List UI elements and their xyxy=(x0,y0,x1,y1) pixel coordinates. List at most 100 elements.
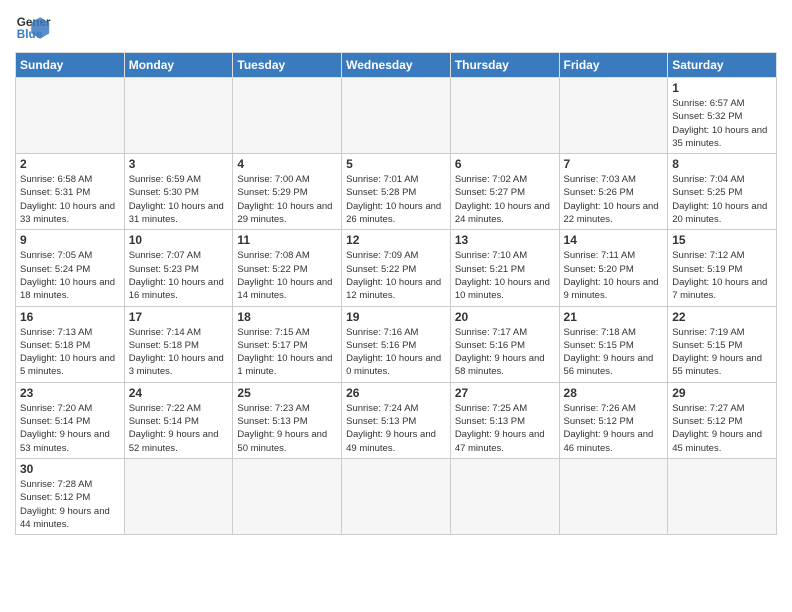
calendar-cell xyxy=(450,78,559,154)
calendar-cell: 7 Sunrise: 7:03 AM Sunset: 5:26 PM Daylig… xyxy=(559,154,668,230)
calendar-cell: 4 Sunrise: 7:00 AM Sunset: 5:29 PM Daylig… xyxy=(233,154,342,230)
day-info: Sunrise: 6:58 AM Sunset: 5:31 PM Dayligh… xyxy=(20,173,120,226)
calendar-cell: 30 Sunrise: 7:28 AM Sunset: 5:12 PM Dayli… xyxy=(16,458,125,534)
logo: General Blue xyxy=(15,10,51,46)
day-info: Sunrise: 7:13 AM Sunset: 5:18 PM Dayligh… xyxy=(20,326,120,379)
calendar-cell xyxy=(233,458,342,534)
day-number: 14 xyxy=(564,233,664,247)
calendar-cell: 23Sunrise: 7:20 AM Sunset: 5:14 PM Dayli… xyxy=(16,382,125,458)
day-number: 18 xyxy=(237,310,337,324)
weekday-header-saturday: Saturday xyxy=(668,53,777,78)
day-info: Sunrise: 7:10 AM Sunset: 5:21 PM Dayligh… xyxy=(455,249,555,302)
day-number: 29 xyxy=(672,386,772,400)
day-info: Sunrise: 7:22 AM Sunset: 5:14 PM Dayligh… xyxy=(129,402,229,455)
day-info: Sunrise: 7:00 AM Sunset: 5:29 PM Dayligh… xyxy=(237,173,337,226)
weekday-header-sunday: Sunday xyxy=(16,53,125,78)
day-number: 7 xyxy=(564,157,664,171)
day-info: Sunrise: 7:01 AM Sunset: 5:28 PM Dayligh… xyxy=(346,173,446,226)
weekday-header-tuesday: Tuesday xyxy=(233,53,342,78)
day-number: 15 xyxy=(672,233,772,247)
weekday-header-monday: Monday xyxy=(124,53,233,78)
calendar-cell xyxy=(124,458,233,534)
calendar-cell: 28 Sunrise: 7:26 AM Sunset: 5:12 PM Dayli… xyxy=(559,382,668,458)
calendar-cell xyxy=(342,458,451,534)
calendar-cell: 21 Sunrise: 7:18 AM Sunset: 5:15 PM Dayli… xyxy=(559,306,668,382)
calendar-cell: 24 Sunrise: 7:22 AM Sunset: 5:14 PM Dayli… xyxy=(124,382,233,458)
calendar-cell: 20 Sunrise: 7:17 AM Sunset: 5:16 PM Dayli… xyxy=(450,306,559,382)
day-info: Sunrise: 6:59 AM Sunset: 5:30 PM Dayligh… xyxy=(129,173,229,226)
day-number: 27 xyxy=(455,386,555,400)
calendar-week-4: 16 Sunrise: 7:13 AM Sunset: 5:18 PM Dayli… xyxy=(16,306,777,382)
day-info: Sunrise: 7:18 AM Sunset: 5:15 PM Dayligh… xyxy=(564,326,664,379)
calendar-cell xyxy=(233,78,342,154)
day-info: Sunrise: 7:28 AM Sunset: 5:12 PM Dayligh… xyxy=(20,478,120,531)
calendar-cell: 9 Sunrise: 7:05 AM Sunset: 5:24 PM Daylig… xyxy=(16,230,125,306)
day-info: Sunrise: 7:26 AM Sunset: 5:12 PM Dayligh… xyxy=(564,402,664,455)
day-info: Sunrise: 7:24 AM Sunset: 5:13 PM Dayligh… xyxy=(346,402,446,455)
calendar-table: SundayMondayTuesdayWednesdayThursdayFrid… xyxy=(15,52,777,535)
calendar-cell: 15Sunrise: 7:12 AM Sunset: 5:19 PM Dayli… xyxy=(668,230,777,306)
day-info: Sunrise: 7:16 AM Sunset: 5:16 PM Dayligh… xyxy=(346,326,446,379)
day-info: Sunrise: 7:17 AM Sunset: 5:16 PM Dayligh… xyxy=(455,326,555,379)
weekday-header-friday: Friday xyxy=(559,53,668,78)
calendar-cell: 18Sunrise: 7:15 AM Sunset: 5:17 PM Dayli… xyxy=(233,306,342,382)
weekday-header-wednesday: Wednesday xyxy=(342,53,451,78)
day-info: Sunrise: 7:07 AM Sunset: 5:23 PM Dayligh… xyxy=(129,249,229,302)
page: General Blue SundayMondayTuesdayWednesda… xyxy=(0,0,792,612)
calendar-cell xyxy=(559,458,668,534)
day-info: Sunrise: 6:57 AM Sunset: 5:32 PM Dayligh… xyxy=(672,97,772,150)
calendar-cell: 2 Sunrise: 6:58 AM Sunset: 5:31 PM Daylig… xyxy=(16,154,125,230)
day-info: Sunrise: 7:14 AM Sunset: 5:18 PM Dayligh… xyxy=(129,326,229,379)
calendar-week-6: 30 Sunrise: 7:28 AM Sunset: 5:12 PM Dayli… xyxy=(16,458,777,534)
calendar-week-5: 23Sunrise: 7:20 AM Sunset: 5:14 PM Dayli… xyxy=(16,382,777,458)
calendar-cell: 16 Sunrise: 7:13 AM Sunset: 5:18 PM Dayli… xyxy=(16,306,125,382)
day-number: 6 xyxy=(455,157,555,171)
day-info: Sunrise: 7:03 AM Sunset: 5:26 PM Dayligh… xyxy=(564,173,664,226)
day-number: 8 xyxy=(672,157,772,171)
day-info: Sunrise: 7:20 AM Sunset: 5:14 PM Dayligh… xyxy=(20,402,120,455)
day-number: 20 xyxy=(455,310,555,324)
calendar-cell: 6 Sunrise: 7:02 AM Sunset: 5:27 PM Daylig… xyxy=(450,154,559,230)
calendar-cell xyxy=(559,78,668,154)
day-info: Sunrise: 7:05 AM Sunset: 5:24 PM Dayligh… xyxy=(20,249,120,302)
calendar-cell: 3 Sunrise: 6:59 AM Sunset: 5:30 PM Daylig… xyxy=(124,154,233,230)
day-number: 19 xyxy=(346,310,446,324)
calendar-cell: 29 Sunrise: 7:27 AM Sunset: 5:12 PM Dayli… xyxy=(668,382,777,458)
day-number: 3 xyxy=(129,157,229,171)
day-number: 4 xyxy=(237,157,337,171)
calendar-cell: 8 Sunrise: 7:04 AM Sunset: 5:25 PM Daylig… xyxy=(668,154,777,230)
day-info: Sunrise: 7:02 AM Sunset: 5:27 PM Dayligh… xyxy=(455,173,555,226)
day-number: 2 xyxy=(20,157,120,171)
day-number: 13 xyxy=(455,233,555,247)
calendar-cell xyxy=(124,78,233,154)
weekday-header-row: SundayMondayTuesdayWednesdayThursdayFrid… xyxy=(16,53,777,78)
calendar-cell: 5 Sunrise: 7:01 AM Sunset: 5:28 PM Daylig… xyxy=(342,154,451,230)
day-number: 16 xyxy=(20,310,120,324)
calendar-cell: 11Sunrise: 7:08 AM Sunset: 5:22 PM Dayli… xyxy=(233,230,342,306)
day-number: 12 xyxy=(346,233,446,247)
day-info: Sunrise: 7:27 AM Sunset: 5:12 PM Dayligh… xyxy=(672,402,772,455)
day-number: 5 xyxy=(346,157,446,171)
calendar-cell xyxy=(342,78,451,154)
day-info: Sunrise: 7:09 AM Sunset: 5:22 PM Dayligh… xyxy=(346,249,446,302)
calendar-cell: 14Sunrise: 7:11 AM Sunset: 5:20 PM Dayli… xyxy=(559,230,668,306)
day-number: 26 xyxy=(346,386,446,400)
calendar-cell: 17 Sunrise: 7:14 AM Sunset: 5:18 PM Dayli… xyxy=(124,306,233,382)
day-number: 17 xyxy=(129,310,229,324)
calendar-cell: 12 Sunrise: 7:09 AM Sunset: 5:22 PM Dayli… xyxy=(342,230,451,306)
day-number: 21 xyxy=(564,310,664,324)
day-number: 30 xyxy=(20,462,120,476)
weekday-header-thursday: Thursday xyxy=(450,53,559,78)
day-number: 9 xyxy=(20,233,120,247)
day-number: 28 xyxy=(564,386,664,400)
calendar-cell: 1Sunrise: 6:57 AM Sunset: 5:32 PM Daylig… xyxy=(668,78,777,154)
day-number: 10 xyxy=(129,233,229,247)
day-number: 25 xyxy=(237,386,337,400)
day-number: 24 xyxy=(129,386,229,400)
day-info: Sunrise: 7:04 AM Sunset: 5:25 PM Dayligh… xyxy=(672,173,772,226)
calendar-cell: 25Sunrise: 7:23 AM Sunset: 5:13 PM Dayli… xyxy=(233,382,342,458)
day-number: 11 xyxy=(237,233,337,247)
calendar-cell xyxy=(668,458,777,534)
day-info: Sunrise: 7:25 AM Sunset: 5:13 PM Dayligh… xyxy=(455,402,555,455)
day-number: 22 xyxy=(672,310,772,324)
